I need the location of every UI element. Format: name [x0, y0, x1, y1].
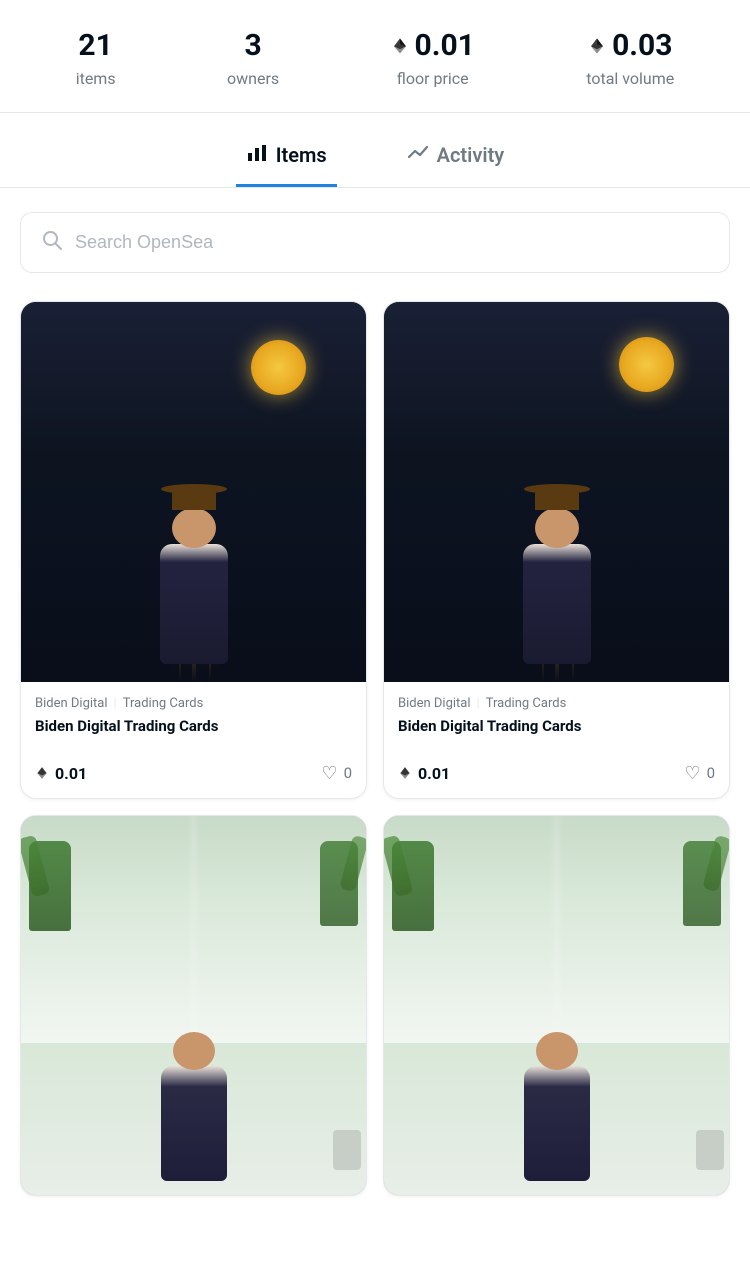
eth-icon-volume [588, 37, 606, 55]
stat-total-volume-value: 0.03 [588, 28, 672, 63]
nft-image-4 [384, 816, 729, 1196]
stat-total-volume-label: total volume [586, 69, 674, 88]
nft-price-2: 0.01 [398, 764, 450, 783]
nft-collection-2: Biden Digital | Trading Cards [398, 696, 715, 711]
nft-like-2[interactable]: ♡ 0 [684, 763, 715, 784]
nft-like-1[interactable]: ♡ 0 [321, 763, 352, 784]
nft-footer-1: 0.01 ♡ 0 [21, 755, 366, 798]
search-container [0, 188, 750, 289]
nft-card-3[interactable]: Biden Digital | Trading Cards Biden Digi… [20, 815, 367, 1197]
nft-image-3 [21, 816, 366, 1196]
trend-icon [407, 141, 429, 168]
nft-collection-1: Biden Digital | Trading Cards [35, 696, 352, 711]
eth-icon-floor [391, 37, 409, 55]
nft-card-4[interactable]: Biden Digital | Trading Cards Biden Digi… [383, 815, 730, 1197]
moon-decoration [251, 340, 306, 395]
stat-items-label: items [76, 69, 116, 88]
eth-icon-card2 [398, 766, 412, 780]
heart-icon-1: ♡ [321, 763, 337, 784]
stat-owners-label: owners [227, 69, 279, 88]
stat-floor-price-label: floor price [397, 69, 469, 88]
stat-owners-value: 3 [244, 28, 261, 63]
nft-name-2: Biden Digital Trading Cards [398, 717, 715, 735]
heart-icon-2: ♡ [684, 763, 700, 784]
nft-name-1: Biden Digital Trading Cards [35, 717, 352, 735]
moon-decoration-2 [619, 337, 674, 392]
nft-price-1: 0.01 [35, 764, 87, 783]
stat-items-value: 21 [78, 28, 112, 63]
tab-items-label: Items [276, 143, 327, 167]
nft-info-1: Biden Digital | Trading Cards Biden Digi… [21, 682, 366, 755]
nft-image-1 [21, 302, 366, 682]
nft-image-2 [384, 302, 729, 682]
stats-bar: 21 items 3 owners 0.01 floor price 0.03 [0, 0, 750, 113]
nft-info-2: Biden Digital | Trading Cards Biden Digi… [384, 682, 729, 755]
search-box [20, 212, 730, 273]
search-input[interactable] [75, 232, 709, 253]
search-icon [41, 229, 63, 256]
stat-floor-price-value: 0.01 [391, 28, 475, 63]
nft-footer-2: 0.01 ♡ 0 [384, 755, 729, 798]
nft-card-2[interactable]: Biden Digital | Trading Cards Biden Digi… [383, 301, 730, 799]
eth-icon-card1 [35, 766, 49, 780]
stat-items: 21 items [76, 28, 116, 88]
stat-floor-price: 0.01 floor price [391, 28, 475, 88]
tabs-bar: Items Activity [0, 121, 750, 188]
tab-activity-label: Activity [437, 143, 505, 167]
stat-owners: 3 owners [227, 28, 279, 88]
tab-items[interactable]: Items [236, 121, 337, 187]
nft-card-1[interactable]: Biden Digital | Trading Cards Biden Digi… [20, 301, 367, 799]
stat-total-volume: 0.03 total volume [586, 28, 674, 88]
nft-grid: Biden Digital | Trading Cards Biden Digi… [0, 289, 750, 1216]
tab-activity[interactable]: Activity [397, 121, 515, 187]
bar-chart-icon [246, 141, 268, 168]
